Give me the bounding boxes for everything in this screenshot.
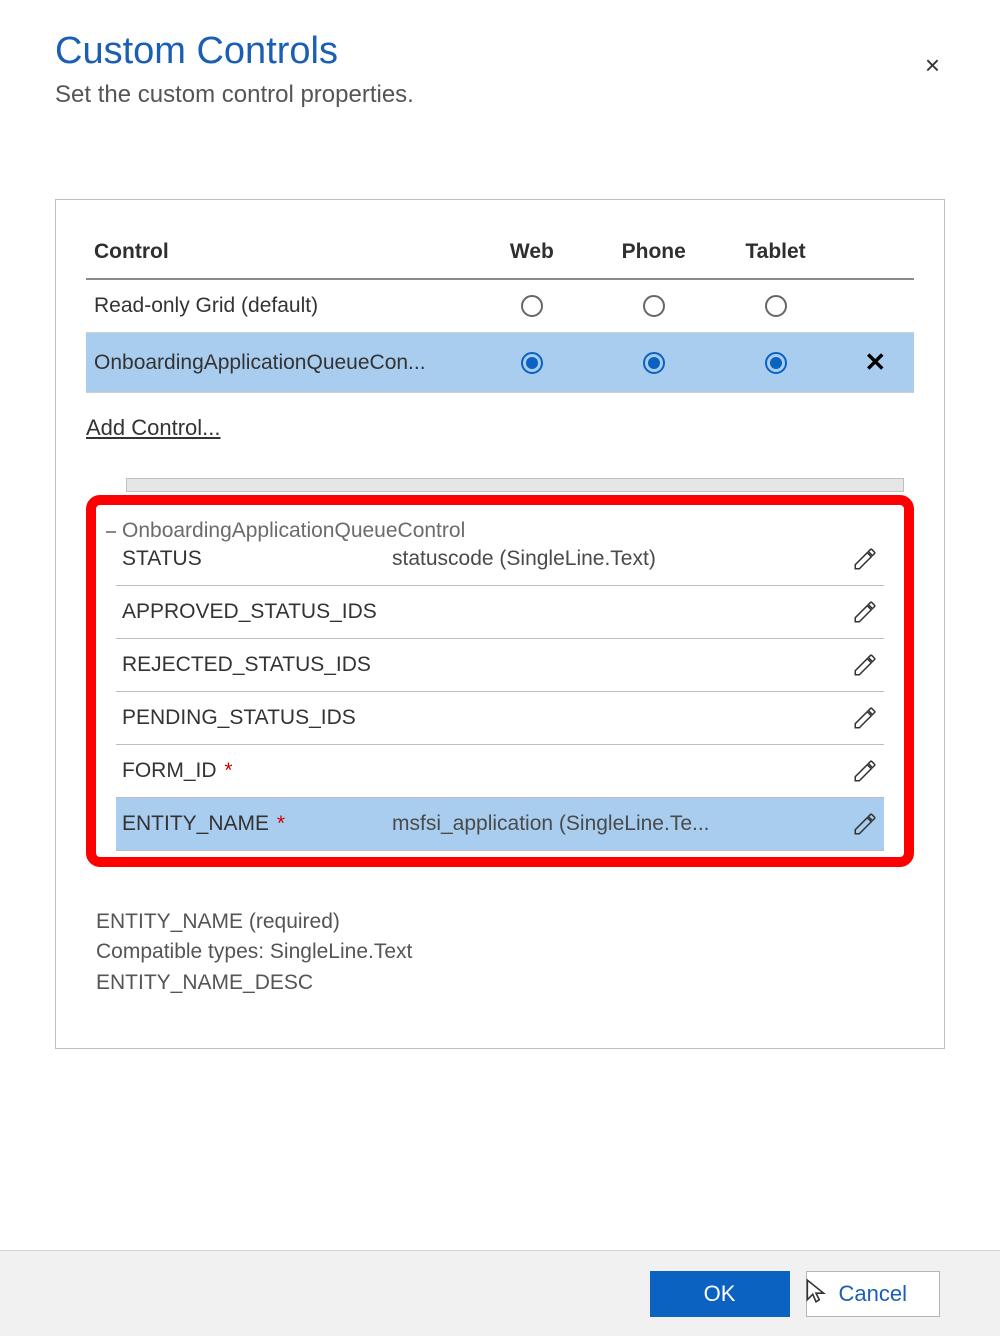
property-value: statuscode (SingleLine.Text) xyxy=(392,547,844,571)
tablet-radio[interactable] xyxy=(765,295,787,317)
property-row[interactable]: APPROVED_STATUS_IDS xyxy=(116,586,884,639)
radio-cell-web xyxy=(471,333,593,393)
delete-control-icon[interactable]: ✕ xyxy=(864,347,886,377)
property-label: STATUS xyxy=(122,547,392,571)
pencil-icon[interactable] xyxy=(852,758,878,784)
dialog-subtitle: Set the custom control properties. xyxy=(55,81,945,109)
radio-cell-phone xyxy=(593,279,715,333)
property-description: ENTITY_NAME (required) Compatible types:… xyxy=(86,907,914,998)
pencil-icon[interactable] xyxy=(852,652,878,678)
properties-highlight-box: OnboardingApplicationQueueControl STATUS… xyxy=(86,495,914,867)
delete-cell xyxy=(836,279,914,333)
cursor-icon xyxy=(803,1278,829,1304)
property-label: PENDING_STATUS_IDS xyxy=(122,706,392,730)
col-header-web: Web xyxy=(471,230,593,279)
web-radio[interactable] xyxy=(521,295,543,317)
close-icon[interactable]: × xyxy=(925,50,940,81)
controls-panel: Control Web Phone Tablet Read-only Grid … xyxy=(55,199,945,1049)
control-row[interactable]: Read-only Grid (default) xyxy=(86,279,914,333)
radio-cell-web xyxy=(471,279,593,333)
dialog-header: Custom Controls Set the custom control p… xyxy=(55,30,945,109)
web-radio[interactable] xyxy=(521,352,543,374)
custom-controls-dialog: Custom Controls Set the custom control p… xyxy=(0,0,1000,1049)
pencil-icon[interactable] xyxy=(852,599,878,625)
property-row[interactable]: FORM_ID * xyxy=(116,745,884,798)
pencil-icon[interactable] xyxy=(852,811,878,837)
col-header-tablet: Tablet xyxy=(715,230,837,279)
desc-line-1: ENTITY_NAME (required) xyxy=(96,907,914,937)
col-header-phone: Phone xyxy=(593,230,715,279)
cancel-button[interactable]: Cancel xyxy=(806,1271,940,1317)
pencil-icon[interactable] xyxy=(852,705,878,731)
control-name-cell: OnboardingApplicationQueueCon... xyxy=(86,333,471,393)
tablet-radio[interactable] xyxy=(765,352,787,374)
phone-radio[interactable] xyxy=(643,352,665,374)
phone-radio[interactable] xyxy=(643,295,665,317)
property-label: ENTITY_NAME * xyxy=(122,812,392,836)
dialog-title: Custom Controls xyxy=(55,30,945,73)
pencil-icon[interactable] xyxy=(852,546,878,572)
property-value: msfsi_application (SingleLine.Te... xyxy=(392,812,844,836)
add-control-link[interactable]: Add Control... xyxy=(86,415,221,441)
dialog-footer: OK Cancel xyxy=(0,1250,1000,1336)
desc-line-3: ENTITY_NAME_DESC xyxy=(96,968,914,998)
radio-cell-phone xyxy=(593,333,715,393)
property-label: FORM_ID * xyxy=(122,759,392,783)
control-name-cell: Read-only Grid (default) xyxy=(86,279,471,333)
controls-table: Control Web Phone Tablet Read-only Grid … xyxy=(86,230,914,393)
col-header-control: Control xyxy=(86,230,471,279)
property-label: REJECTED_STATUS_IDS xyxy=(122,653,392,677)
property-row[interactable]: REJECTED_STATUS_IDS xyxy=(116,639,884,692)
ok-button[interactable]: OK xyxy=(650,1271,790,1317)
horizontal-scrollbar[interactable] xyxy=(86,475,914,495)
property-row[interactable]: PENDING_STATUS_IDS xyxy=(116,692,884,745)
radio-cell-tablet xyxy=(715,279,837,333)
property-row[interactable]: ENTITY_NAME *msfsi_application (SingleLi… xyxy=(116,798,884,851)
properties-fieldset: OnboardingApplicationQueueControl STATUS… xyxy=(116,533,884,851)
radio-cell-tablet xyxy=(715,333,837,393)
control-row[interactable]: OnboardingApplicationQueueCon... ✕ xyxy=(86,333,914,393)
delete-cell: ✕ xyxy=(836,333,914,393)
cancel-label: Cancel xyxy=(839,1281,907,1307)
desc-line-2: Compatible types: SingleLine.Text xyxy=(96,937,914,967)
required-asterisk: * xyxy=(219,759,233,782)
property-label: APPROVED_STATUS_IDS xyxy=(122,600,392,624)
properties-legend: OnboardingApplicationQueueControl xyxy=(118,519,469,543)
required-asterisk: * xyxy=(271,812,285,835)
col-header-delete xyxy=(836,230,914,279)
